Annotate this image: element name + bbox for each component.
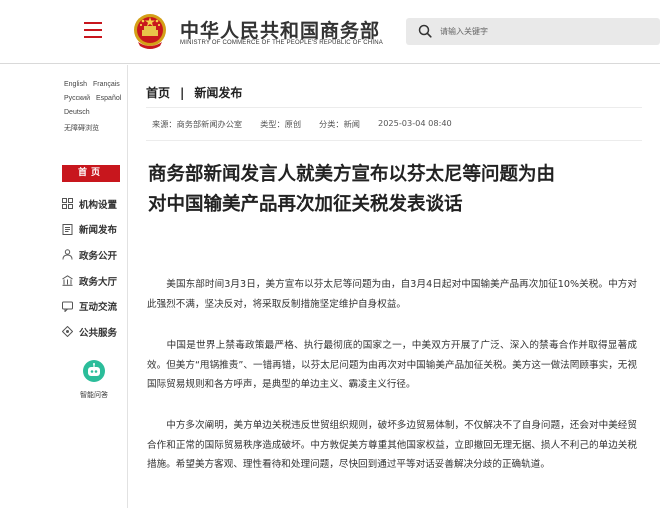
article-category: 分类：新闻: [319, 119, 360, 129]
sidebar-item-news[interactable]: 新闻发布: [62, 217, 126, 243]
service-icon: [62, 326, 73, 338]
breadcrumb: 首页 | 新闻发布: [146, 84, 242, 101]
lang-spanish[interactable]: Español: [96, 95, 121, 109]
lang-russian[interactable]: Русский: [64, 95, 90, 109]
sidebar-item-label: 新闻发布: [79, 225, 118, 237]
breadcrumb-news[interactable]: 新闻发布: [194, 84, 242, 101]
hall-icon: [62, 275, 73, 286]
sidebar: English Français Русский Español Deutsch…: [0, 65, 128, 508]
article-paragraph: 中方多次阐明，美方单边关税违反世贸组织规则，破坏多边贸易体制，不仅解决不了自身问…: [147, 420, 637, 470]
article-paragraph: 中国是世界上禁毒政策最严格、执行最彻底的国家之一，中美双方开展了广泛、深入的禁毒…: [147, 340, 637, 390]
org-grid-icon: [62, 198, 73, 210]
lang-german[interactable]: Deutsch: [64, 109, 90, 123]
open-people-icon: [62, 249, 73, 261]
sidebar-item-hall[interactable]: 政务大厅: [62, 268, 126, 294]
sidebar-item-org[interactable]: 机构设置: [62, 191, 126, 217]
divider: [146, 140, 642, 141]
article-title: 商务部新闻发言人就美方宣布以芬太尼等问题为由 对中国输美产品再次加征关税发表谈话: [148, 160, 628, 220]
article-datetime: 2025-03-04 08:40: [377, 118, 452, 128]
breadcrumb-home[interactable]: 首页: [146, 84, 170, 101]
sidebar-item-label: 公共服务: [79, 327, 118, 339]
chat-icon: [62, 301, 73, 312]
search-icon[interactable]: [418, 24, 432, 38]
news-document-icon: [62, 223, 73, 235]
lang-french[interactable]: Français: [93, 81, 120, 95]
smart-qa-button[interactable]: 智能问答: [76, 360, 112, 400]
article-paragraph: 美国东部时间3月3日，美方宣布以芬太尼等问题为由，自3月4日起对中国输美产品再次…: [147, 279, 637, 310]
article-title-line: 对中国输美产品再次加征关税发表谈话: [148, 194, 463, 215]
divider: [146, 107, 642, 108]
sidebar-home-button[interactable]: 首页: [62, 165, 120, 182]
site-subtitle: MINISTRY OF COMMERCE OF THE PEOPLE'S REP…: [180, 40, 383, 46]
accessibility-link[interactable]: 无障碍浏览: [64, 123, 99, 137]
sidebar-item-interaction[interactable]: 互动交流: [62, 293, 126, 319]
lang-english[interactable]: English: [64, 81, 87, 95]
article-meta: 来源：商务部新闻办公室 类型：原创 分类：新闻 2025-03-04 08:40: [152, 118, 452, 130]
sidebar-item-public-service[interactable]: 公共服务: [62, 319, 126, 345]
site-header: 中华人民共和国商务部 MINISTRY OF COMMERCE OF THE P…: [0, 0, 660, 64]
sidebar-item-label: 机构设置: [79, 199, 118, 211]
sidebar-item-open-gov[interactable]: 政务公开: [62, 242, 126, 268]
sidebar-item-label: 互动交流: [79, 302, 118, 314]
sidebar-item-label: 政务大厅: [79, 276, 118, 288]
breadcrumb-separator: |: [180, 85, 185, 100]
sidebar-nav: 机构设置 新闻发布 政务公开 政务大厅 互动交流 公共服务: [62, 191, 126, 345]
national-emblem-icon[interactable]: [132, 12, 168, 50]
language-switcher: English Français Русский Español Deutsch…: [64, 81, 126, 137]
sidebar-item-label: 政务公开: [79, 250, 118, 262]
search-input[interactable]: [440, 22, 650, 41]
hamburger-menu-icon[interactable]: [84, 22, 102, 38]
article-type: 类型：原创: [260, 119, 302, 129]
article-source: 来源：商务部新闻办公室: [152, 119, 243, 129]
site-title[interactable]: 中华人民共和国商务部: [180, 16, 380, 43]
article-title-line: 商务部新闻发言人就美方宣布以芬太尼等问题为由: [148, 164, 556, 185]
robot-icon: [83, 360, 105, 382]
smart-qa-label: 智能问答: [80, 391, 108, 399]
search-bar[interactable]: [406, 18, 660, 45]
